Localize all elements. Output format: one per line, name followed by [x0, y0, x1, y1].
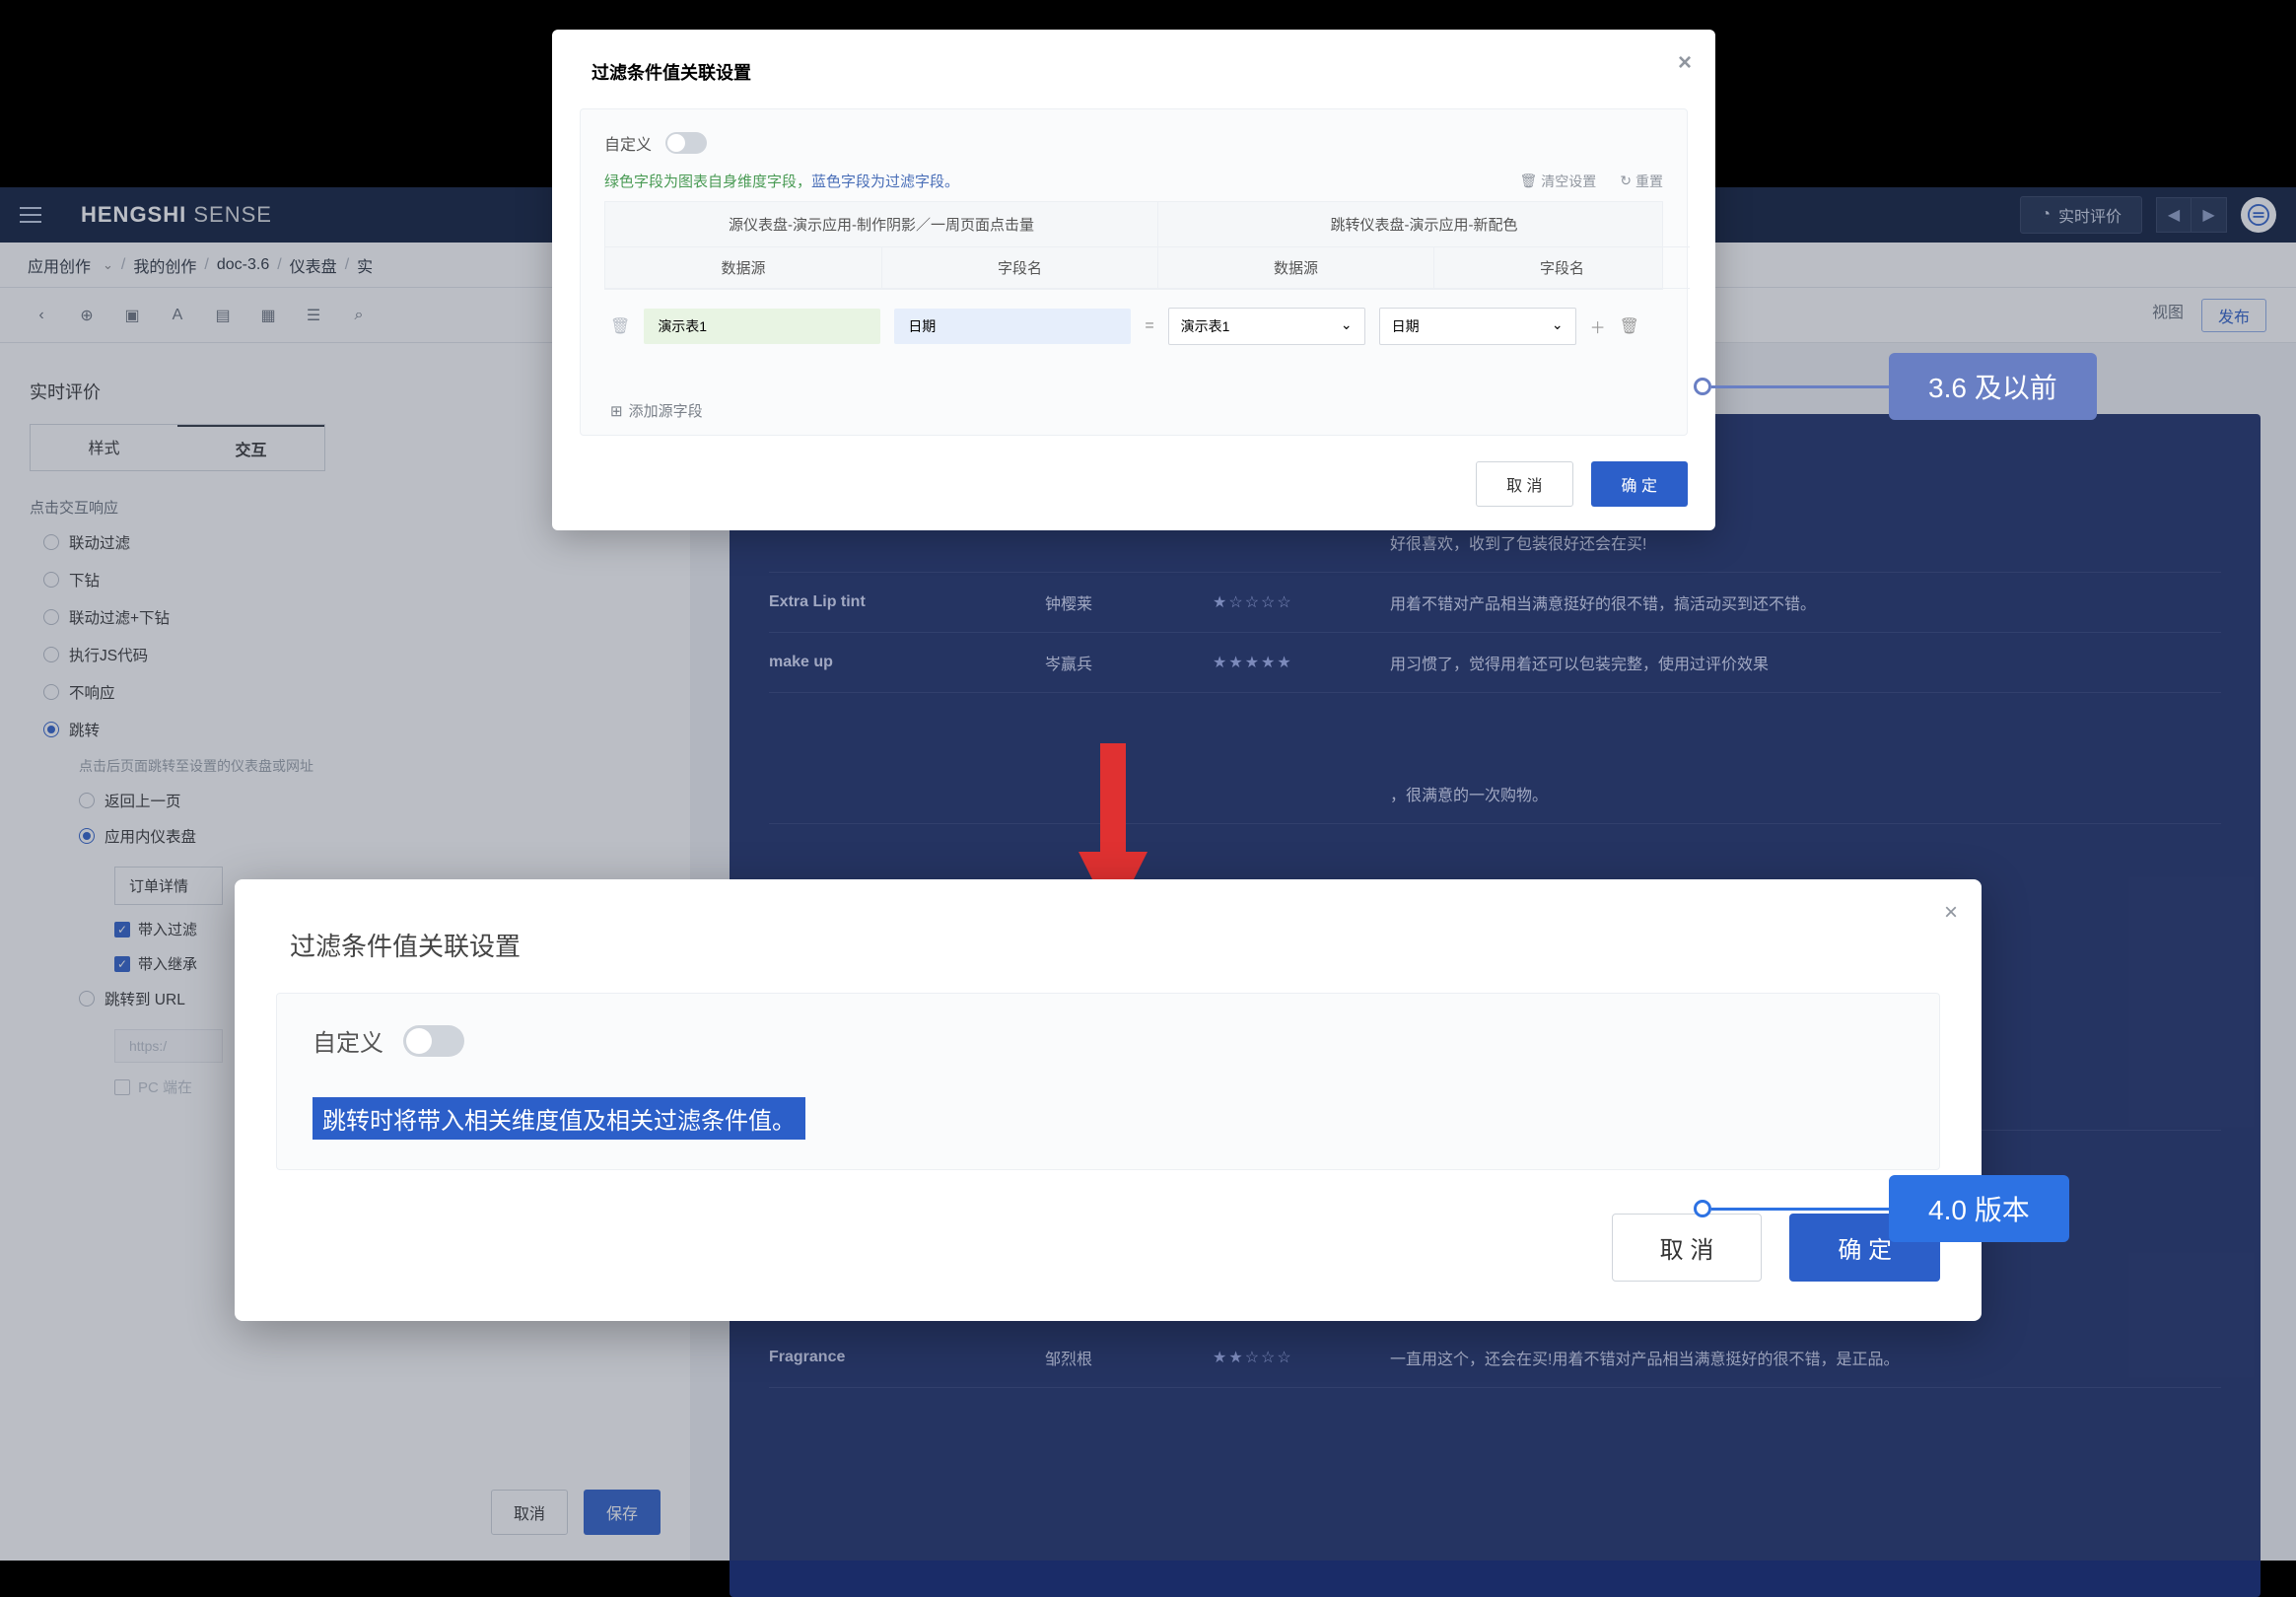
tip-text: 绿色字段为图表自身维度字段，蓝色字段为过滤字段。: [604, 171, 959, 191]
add-source-field[interactable]: ⊞ 添加源字段: [604, 400, 1663, 421]
filter-link-modal-old: 过滤条件值关联设置 × 自定义 绿色字段为图表自身维度字段，蓝色字段为过滤字段。…: [552, 30, 1715, 530]
custom-label: 自定义: [313, 1023, 383, 1058]
modal-title: 过滤条件值关联设置: [591, 63, 751, 83]
mapping-grid: 源仪表盘-演示应用-制作阴影／一周页面点击量 跳转仪表盘-演示应用-新配色 数据…: [604, 201, 1663, 290]
filter-link-modal-new: 过滤条件值关联设置 × 自定义 跳转时将带入相关维度值及相关过滤条件值。 取 消…: [235, 879, 1982, 1321]
modal-body-panel: 自定义 跳转时将带入相关维度值及相关过滤条件值。: [276, 993, 1940, 1170]
reset-button[interactable]: ↻重置: [1620, 172, 1663, 191]
src-field-box: 日期: [894, 309, 1131, 344]
src-datasource-box: 演示表1: [644, 309, 880, 344]
src-header: 源仪表盘-演示应用-制作阴影／一周页面点击量: [605, 202, 1157, 247]
trash-icon: 🗑: [1519, 173, 1537, 189]
custom-toggle[interactable]: [403, 1025, 464, 1057]
trash-icon[interactable]: 🗑: [1620, 316, 1639, 336]
callout-new-version: 4.0 版本: [1694, 1175, 2069, 1242]
clear-button[interactable]: 🗑清空设置: [1519, 172, 1596, 191]
delete-row-icon[interactable]: 🗑: [610, 316, 630, 336]
callout-dot: [1694, 378, 1711, 395]
custom-toggle[interactable]: [665, 132, 707, 154]
col-datasource-dst: 数据源: [1157, 247, 1433, 289]
callout-tag: 3.6 及以前: [1889, 353, 2097, 420]
col-datasource-src: 数据源: [605, 247, 881, 289]
add-icon[interactable]: ＋: [1590, 314, 1606, 338]
col-fieldname-src: 字段名: [881, 247, 1157, 289]
close-icon[interactable]: ×: [1678, 49, 1692, 77]
highlighted-text: 跳转时将带入相关维度值及相关过滤条件值。: [313, 1097, 805, 1140]
callout-tag: 4.0 版本: [1889, 1175, 2069, 1242]
chevron-down-icon: ⌄: [1341, 316, 1353, 336]
close-icon[interactable]: ×: [1944, 899, 1958, 927]
refresh-icon: ↻: [1620, 173, 1632, 189]
plus-box-icon: ⊞: [610, 402, 623, 420]
custom-label: 自定义: [604, 131, 652, 155]
dst-datasource-select[interactable]: 演示表1⌄: [1168, 308, 1365, 345]
callout-dot: [1694, 1200, 1711, 1217]
dst-header: 跳转仪表盘-演示应用-新配色: [1157, 202, 1690, 247]
callout-line: [1711, 1208, 1889, 1211]
chevron-down-icon: ⌄: [1552, 316, 1564, 336]
modal-title: 过滤条件值关联设置: [290, 932, 521, 961]
modal-ok-button[interactable]: 确 定: [1591, 461, 1688, 507]
callout-line: [1711, 385, 1889, 388]
mapping-row: 🗑 演示表1 日期 = 演示表1⌄ 日期⌄ ＋ 🗑: [604, 290, 1663, 363]
modal-cancel-button[interactable]: 取 消: [1476, 461, 1572, 507]
equals-label: =: [1145, 317, 1153, 335]
modal-body-panel: 自定义 绿色字段为图表自身维度字段，蓝色字段为过滤字段。 🗑清空设置 ↻重置 源…: [580, 108, 1688, 436]
dst-field-select[interactable]: 日期⌄: [1379, 308, 1576, 345]
col-fieldname-dst: 字段名: [1433, 247, 1690, 289]
callout-old-version: 3.6 及以前: [1694, 353, 2097, 420]
